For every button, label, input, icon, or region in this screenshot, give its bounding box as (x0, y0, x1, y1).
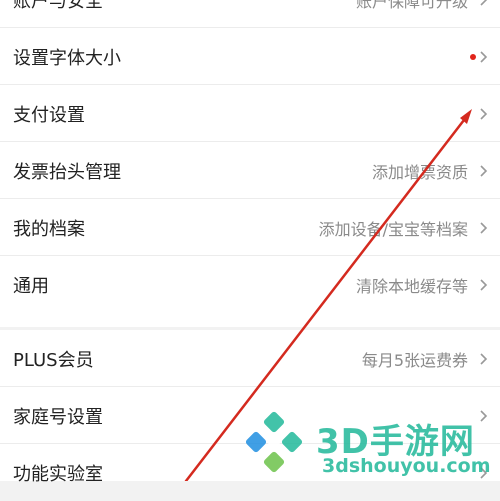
watermark-url: 3dshouyou.com (322, 455, 491, 477)
settings-row-invoice[interactable]: 发票抬头管理 添加增票资质 (0, 142, 500, 199)
settings-row-plus[interactable]: PLUS会员 每月5张运费券 (0, 330, 500, 387)
row-label: 账户与安全 (13, 0, 103, 12)
row-label: 家庭号设置 (13, 406, 103, 428)
chevron-right-icon (480, 352, 488, 365)
row-label: 我的档案 (13, 218, 85, 240)
row-label: 发票抬头管理 (13, 161, 121, 183)
row-value: 账户保障可升级 (355, 0, 468, 11)
chevron-right-icon (480, 50, 488, 63)
row-value: 每月5张运费券 (361, 350, 468, 370)
row-label: 通用 (13, 275, 49, 297)
chevron-right-icon (480, 221, 488, 234)
watermark-logo-icon (245, 411, 303, 473)
settings-row-profile[interactable]: 我的档案 添加设备/宝宝等档案 (0, 199, 500, 256)
row-label: PLUS会员 (13, 349, 94, 371)
row-label: 设置字体大小 (13, 47, 121, 69)
settings-row-payment[interactable]: 支付设置 (0, 85, 500, 142)
settings-row-general[interactable]: 通用 清除本地缓存等 (0, 256, 500, 313)
settings-row-account-security[interactable]: 账户与安全 账户保障可升级 (0, 0, 500, 28)
row-label: 功能实验室 (13, 463, 103, 485)
row-label: 支付设置 (13, 104, 85, 126)
row-value: 添加增票资质 (371, 162, 468, 182)
row-value: 添加设备/宝宝等档案 (318, 219, 468, 239)
chevron-right-icon (480, 409, 488, 422)
chevron-right-icon (480, 107, 488, 120)
chevron-right-icon (480, 0, 487, 6)
settings-row-font-size[interactable]: 设置字体大小 (0, 28, 500, 85)
row-value: 清除本地缓存等 (355, 276, 468, 296)
chevron-right-icon (480, 278, 488, 291)
chevron-right-icon (480, 164, 488, 177)
settings-group-account: 账户与安全 账户保障可升级 设置字体大小 支付设置 发票抬头管理 添加增票资质 … (0, 0, 500, 327)
